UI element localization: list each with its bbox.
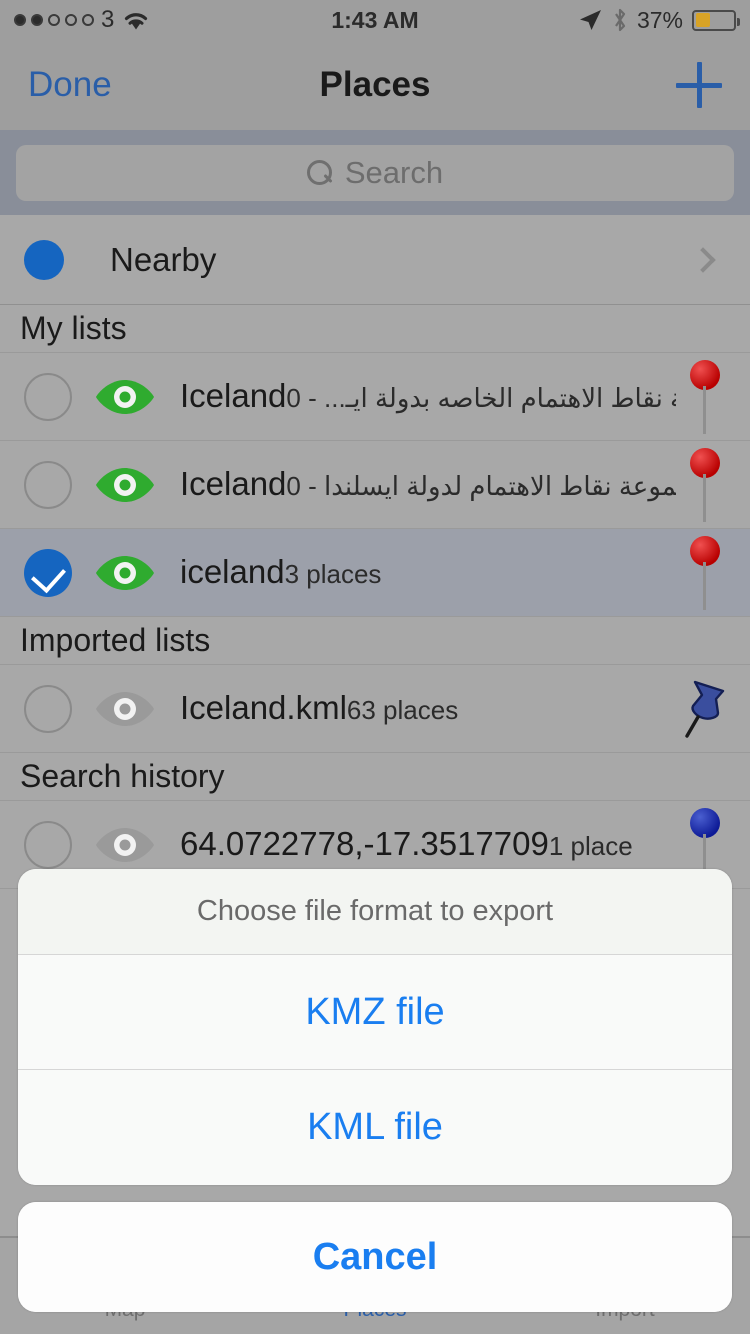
eye-hidden-icon[interactable]: [94, 689, 156, 729]
list-item-subtitle: مجموعة نقاط الاهتمام الخاصه بدولة ايـ...…: [286, 383, 676, 414]
page-title: Places: [319, 65, 431, 104]
select-circle-icon[interactable]: [24, 684, 72, 733]
carrier-name: 3: [101, 6, 115, 33]
nearby-row[interactable]: Nearby: [0, 215, 750, 305]
action-sheet-cancel-group: Cancel: [18, 1202, 732, 1312]
list-item-text: 64.0722778,-17.35177091 place: [180, 826, 676, 863]
section-header: Search history: [0, 753, 750, 801]
blue-pushpin-icon: [685, 680, 725, 738]
eye-visible-icon[interactable]: [94, 465, 156, 505]
list-item-text: iceland3 places: [180, 554, 676, 591]
section-header: Imported lists: [0, 617, 750, 665]
search-input[interactable]: Search: [16, 144, 734, 201]
checkmark-icon[interactable]: [24, 548, 72, 597]
list-item-text: Icelandمجموعة نقاط الاهتمام الخاصه بدولة…: [180, 378, 676, 415]
kmz-file-button[interactable]: KMZ file: [18, 955, 732, 1070]
battery-percentage: 37%: [636, 6, 683, 33]
red-balloon-pin-icon: [690, 535, 720, 610]
battery-icon: [692, 9, 740, 31]
nearby-label: Nearby: [110, 240, 217, 278]
list-item[interactable]: Iceland.kml63 places: [0, 665, 750, 753]
eye-hidden-icon[interactable]: [94, 825, 156, 865]
chevron-right-icon: [690, 246, 716, 273]
eye-visible-icon[interactable]: [94, 377, 156, 417]
list-item-subtitle: 3 places: [284, 559, 382, 590]
list-item-subtitle: 63 places: [346, 695, 459, 726]
nearby-dot-icon: [24, 239, 64, 280]
list-item-title: Iceland.kml: [180, 690, 347, 727]
signal-dot: [14, 14, 26, 26]
app-screen: 3 1:43 AM 37% Done Places Search Nearby …: [0, 0, 750, 1334]
status-bar-right: 37%: [375, 6, 740, 34]
select-circle-icon[interactable]: [24, 372, 72, 421]
list-item-pin: [676, 441, 734, 529]
list-item-title: 64.0722778,-17.3517709: [180, 826, 549, 863]
cellular-signal-icon: [14, 14, 94, 26]
red-balloon-pin-icon: [690, 359, 720, 434]
list-item-title: Iceland: [180, 378, 287, 415]
places-list: My listsIcelandمجموعة نقاط الاهتمام الخا…: [0, 305, 750, 889]
red-balloon-pin-icon: [690, 447, 720, 522]
list-item-subtitle: 1 place: [548, 831, 633, 862]
search-placeholder: Search: [344, 154, 444, 190]
section-header: My lists: [0, 305, 750, 353]
export-action-sheet: Choose file format to export KMZ file KM…: [18, 869, 732, 1185]
signal-dot: [82, 14, 94, 26]
navigation-bar: Done Places: [0, 40, 750, 130]
list-item-text: Iceland.kml63 places: [180, 690, 676, 727]
select-circle-icon[interactable]: [24, 460, 72, 509]
status-bar: 3 1:43 AM 37%: [0, 0, 750, 40]
kml-file-button[interactable]: KML file: [18, 1070, 732, 1185]
location-arrow-icon: [579, 10, 601, 30]
wifi-icon: [125, 13, 148, 30]
select-circle-icon[interactable]: [24, 820, 72, 869]
list-item-title: Iceland: [180, 466, 287, 503]
list-item-pin: [676, 529, 734, 617]
signal-dot: [48, 14, 60, 26]
list-item-pin: [676, 353, 734, 441]
cancel-button[interactable]: Cancel: [18, 1202, 732, 1312]
signal-dot: [65, 14, 77, 26]
done-button[interactable]: Done: [28, 65, 112, 105]
action-sheet-title: Choose file format to export: [18, 869, 732, 955]
status-bar-left: 3: [14, 6, 375, 34]
list-item-pin: [676, 665, 734, 753]
signal-dot: [31, 14, 43, 26]
bluetooth-icon: [615, 8, 626, 32]
list-item-text: Icelandمجموعة نقاط الاهتمام لدولة ايسلند…: [180, 466, 676, 503]
search-icon: [306, 159, 333, 186]
eye-visible-icon[interactable]: [94, 553, 156, 593]
list-item[interactable]: Icelandمجموعة نقاط الاهتمام لدولة ايسلند…: [0, 441, 750, 529]
list-item[interactable]: iceland3 places: [0, 529, 750, 617]
list-item[interactable]: Icelandمجموعة نقاط الاهتمام الخاصه بدولة…: [0, 353, 750, 441]
plus-icon[interactable]: [676, 62, 722, 108]
list-item-subtitle: مجموعة نقاط الاهتمام لدولة ايسلندا - 0 p…: [286, 471, 676, 502]
search-bar-container: Search: [0, 130, 750, 215]
list-item-title: iceland: [180, 554, 285, 591]
